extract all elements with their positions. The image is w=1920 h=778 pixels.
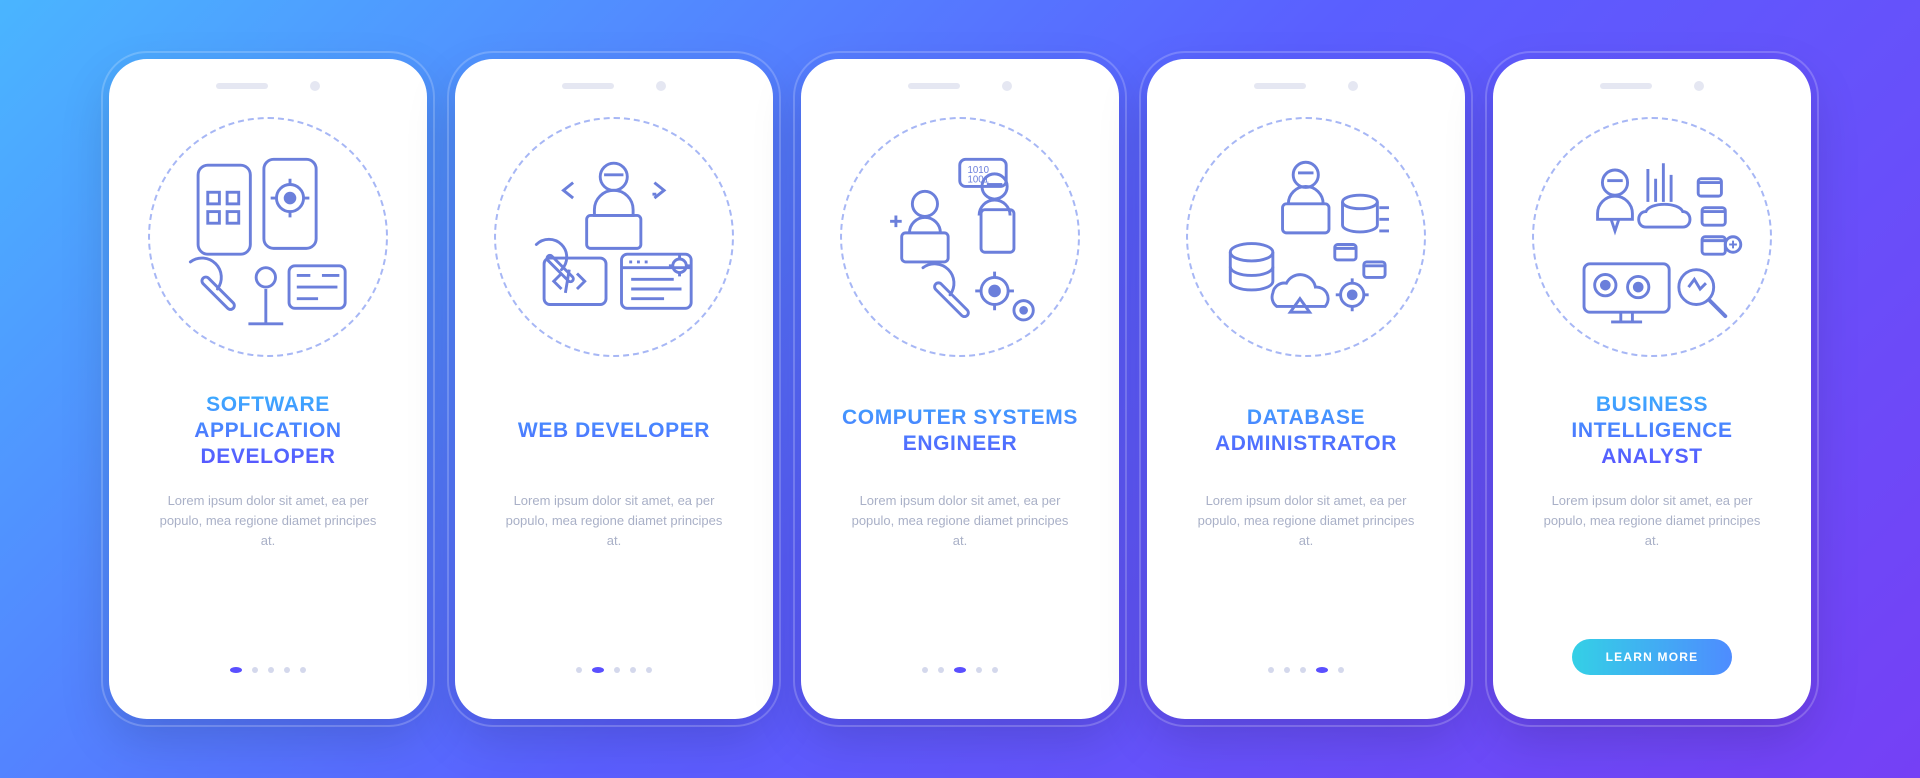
dot-5[interactable] (992, 667, 998, 673)
dot-5[interactable] (646, 667, 652, 673)
dot-4[interactable] (1316, 667, 1328, 673)
phone-notch (1507, 77, 1797, 95)
dot-4[interactable] (284, 667, 290, 673)
slide-description: Lorem ipsum dolor sit amet, ea per popul… (469, 491, 759, 667)
dot-4[interactable] (630, 667, 636, 673)
dot-5[interactable] (1338, 667, 1344, 673)
onboarding-slide-2: WEB DEVELOPER Lorem ipsum dolor sit amet… (455, 59, 773, 719)
learn-more-button[interactable]: LEARN MORE (1572, 639, 1733, 675)
onboarding-slide-4: DATABASE ADMINISTRATOR Lorem ipsum dolor… (1147, 59, 1465, 719)
onboarding-slide-5: BUSINESS INTELLIGENCE ANALYST Lorem ipsu… (1493, 59, 1811, 719)
database-admin-icon (1186, 117, 1426, 357)
dot-3[interactable] (268, 667, 274, 673)
dot-1[interactable] (230, 667, 242, 673)
slide-title: DATABASE ADMINISTRATOR (1161, 391, 1451, 471)
phone-notch (123, 77, 413, 95)
page-indicator (469, 667, 759, 673)
dot-4[interactable] (976, 667, 982, 673)
phone-notch (1161, 77, 1451, 95)
web-dev-icon (494, 117, 734, 357)
onboarding-slide-3: 1010 1001 COMPUTER SYSTEMS ENGINEER Lore… (801, 59, 1119, 719)
slide-description: Lorem ipsum dolor sit amet, ea per popul… (815, 491, 1105, 667)
slide-title: SOFTWARE APPLICATION DEVELOPER (123, 391, 413, 471)
dot-1[interactable] (922, 667, 928, 673)
svg-text:1001: 1001 (968, 175, 989, 186)
phone-notch (815, 77, 1105, 95)
phone-notch (469, 77, 759, 95)
page-indicator (123, 667, 413, 673)
dot-2[interactable] (252, 667, 258, 673)
slide-title: COMPUTER SYSTEMS ENGINEER (815, 391, 1105, 471)
systems-engineer-icon: 1010 1001 (840, 117, 1080, 357)
dot-1[interactable] (576, 667, 582, 673)
page-indicator (1161, 667, 1451, 673)
dot-1[interactable] (1268, 667, 1274, 673)
slide-description: Lorem ipsum dolor sit amet, ea per popul… (1507, 491, 1797, 639)
slide-title: WEB DEVELOPER (469, 391, 759, 471)
dot-3[interactable] (1300, 667, 1306, 673)
page-indicator (815, 667, 1105, 673)
bi-analyst-icon (1532, 117, 1772, 357)
dot-3[interactable] (954, 667, 966, 673)
slide-description: Lorem ipsum dolor sit amet, ea per popul… (1161, 491, 1451, 667)
slide-title: BUSINESS INTELLIGENCE ANALYST (1507, 391, 1797, 471)
onboarding-slide-1: SOFTWARE APPLICATION DEVELOPER Lorem ips… (109, 59, 427, 719)
dot-3[interactable] (614, 667, 620, 673)
dot-2[interactable] (592, 667, 604, 673)
dot-2[interactable] (1284, 667, 1290, 673)
slide-description: Lorem ipsum dolor sit amet, ea per popul… (123, 491, 413, 667)
software-dev-icon (148, 117, 388, 357)
dot-5[interactable] (300, 667, 306, 673)
dot-2[interactable] (938, 667, 944, 673)
